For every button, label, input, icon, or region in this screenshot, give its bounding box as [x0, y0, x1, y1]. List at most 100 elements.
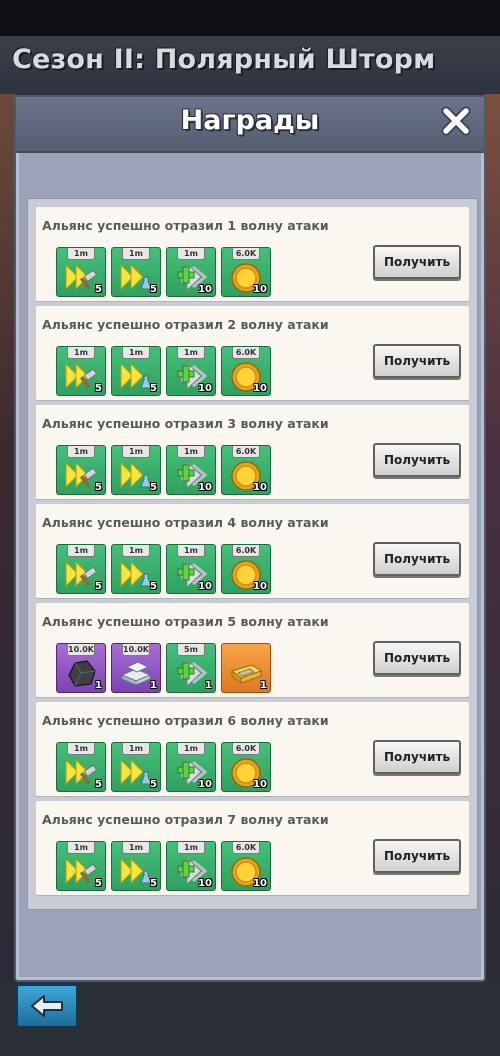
speedup-build-icon	[63, 558, 99, 590]
item-count: 5	[95, 878, 102, 889]
item-value-tag: 5m	[177, 644, 205, 656]
item-count: 1	[205, 680, 212, 691]
item-value-tag: 6.0K	[232, 248, 260, 260]
reward-item-gold-coin[interactable]: 6.0K 10	[221, 445, 271, 495]
reward-item-speedup-research[interactable]: 1m 5	[111, 247, 161, 297]
item-value-tag: 1m	[177, 743, 205, 755]
item-count: 10	[253, 779, 267, 790]
claim-button[interactable]: Получить	[373, 245, 461, 279]
claim-button[interactable]: Получить	[373, 443, 461, 477]
item-count: 10	[198, 581, 212, 592]
speedup-research-icon	[118, 360, 154, 392]
rewards-panel: Награды Альянс успешно отразил 1 волну а…	[14, 95, 486, 982]
reward-item-speedup-heal[interactable]: 1m 10	[166, 742, 216, 792]
reward-item-gold-bars[interactable]: 1	[221, 643, 271, 693]
reward-title: Альянс успешно отразил 4 волну атаки	[42, 515, 329, 530]
reward-item-speedup-heal[interactable]: 1m 10	[166, 841, 216, 891]
reward-item-speedup-build[interactable]: 1m 5	[56, 742, 106, 792]
item-value-tag: 6.0K	[232, 446, 260, 458]
item-value-tag: 1m	[67, 743, 95, 755]
reward-item-gold-coin[interactable]: 6.0K 10	[221, 742, 271, 792]
item-count: 5	[150, 482, 157, 493]
speedup-build-icon	[63, 360, 99, 392]
item-count: 10	[253, 581, 267, 592]
reward-row: Альянс успешно отразил 6 волну атаки 1m 5 1…	[36, 702, 469, 796]
claim-button[interactable]: Получить	[373, 740, 461, 774]
reward-title: Альянс успешно отразил 5 волну атаки	[42, 614, 329, 629]
close-icon	[441, 106, 471, 136]
reward-row: Альянс успешно отразил 2 волну атаки 1m 5 1…	[36, 306, 469, 400]
back-arrow-icon	[31, 995, 63, 1017]
item-count: 10	[253, 482, 267, 493]
item-value-tag: 1m	[122, 545, 150, 557]
item-count: 5	[95, 779, 102, 790]
reward-item-iron[interactable]: 10.0K 1	[111, 643, 161, 693]
claim-button[interactable]: Получить	[373, 344, 461, 378]
item-value-tag: 1m	[67, 446, 95, 458]
item-value-tag: 1m	[122, 842, 150, 854]
item-value-tag: 6.0K	[232, 842, 260, 854]
season-title: Сезон II: Полярный Шторм	[12, 44, 436, 75]
speedup-build-icon	[63, 459, 99, 491]
reward-row: Альянс успешно отразил 1 волну атаки 1m 5 1…	[36, 207, 469, 301]
reward-item-speedup-heal[interactable]: 1m 10	[166, 346, 216, 396]
speedup-research-icon	[118, 855, 154, 887]
reward-title: Альянс успешно отразил 6 волну атаки	[42, 713, 329, 728]
speedup-build-icon	[63, 756, 99, 788]
reward-item-speedup-build[interactable]: 1m 5	[56, 346, 106, 396]
item-value-tag: 1m	[67, 545, 95, 557]
close-button[interactable]	[438, 103, 474, 139]
reward-item-speedup-heal[interactable]: 1m 10	[166, 544, 216, 594]
claim-button[interactable]: Получить	[373, 839, 461, 873]
item-value-tag: 6.0K	[232, 545, 260, 557]
speedup-build-icon	[63, 261, 99, 293]
reward-item-speedup-heal[interactable]: 1m 10	[166, 247, 216, 297]
reward-item-speedup-build[interactable]: 1m 5	[56, 841, 106, 891]
reward-item-gold-coin[interactable]: 6.0K 10	[221, 346, 271, 396]
reward-item-speedup-build[interactable]: 1m 5	[56, 544, 106, 594]
speedup-research-icon	[118, 558, 154, 590]
item-value-tag: 6.0K	[232, 347, 260, 359]
rewards-list[interactable]: Альянс успешно отразил 1 волну атаки 1m 5 1…	[27, 198, 478, 910]
item-value-tag: 1m	[177, 446, 205, 458]
reward-item-speedup-research[interactable]: 1m 5	[111, 346, 161, 396]
reward-title: Альянс успешно отразил 3 волну атаки	[42, 416, 329, 431]
reward-item-speedup-research[interactable]: 1m 5	[111, 544, 161, 594]
reward-row: Альянс успешно отразил 7 волну атаки 1m 5 1…	[36, 801, 469, 895]
item-count: 1	[95, 680, 102, 691]
reward-item-speedup-build[interactable]: 1m 5	[56, 445, 106, 495]
item-value-tag: 1m	[67, 347, 95, 359]
reward-row: Альянс успешно отразил 3 волну атаки 1m 5 1…	[36, 405, 469, 499]
item-value-tag: 1m	[67, 842, 95, 854]
speedup-heal-icon	[173, 657, 209, 689]
item-count: 5	[95, 581, 102, 592]
claim-button[interactable]: Получить	[373, 641, 461, 675]
gold-bars-icon	[228, 657, 264, 689]
reward-title: Альянс успешно отразил 1 волну атаки	[42, 218, 329, 233]
reward-item-speedup-heal[interactable]: 1m 10	[166, 445, 216, 495]
reward-item-coal[interactable]: 10.0K 1	[56, 643, 106, 693]
reward-item-gold-coin[interactable]: 6.0K 10	[221, 841, 271, 891]
item-count: 5	[95, 482, 102, 493]
item-count: 10	[253, 383, 267, 394]
item-value-tag: 1m	[177, 842, 205, 854]
claim-button[interactable]: Получить	[373, 542, 461, 576]
item-value-tag: 1m	[122, 248, 150, 260]
reward-item-speedup-build[interactable]: 1m 5	[56, 247, 106, 297]
speedup-research-icon	[118, 261, 154, 293]
reward-item-gold-coin[interactable]: 6.0K 10	[221, 247, 271, 297]
reward-item-speedup-heal[interactable]: 5m 1	[166, 643, 216, 693]
coal-icon	[63, 657, 99, 689]
reward-item-gold-coin[interactable]: 6.0K 10	[221, 544, 271, 594]
item-value-tag: 1m	[177, 248, 205, 260]
top-bar	[0, 0, 500, 36]
speedup-build-icon	[63, 855, 99, 887]
item-value-tag: 1m	[122, 347, 150, 359]
iron-icon	[118, 657, 154, 689]
reward-item-speedup-research[interactable]: 1m 5	[111, 841, 161, 891]
reward-item-speedup-research[interactable]: 1m 5	[111, 742, 161, 792]
item-count: 5	[150, 779, 157, 790]
reward-item-speedup-research[interactable]: 1m 5	[111, 445, 161, 495]
reward-title: Альянс успешно отразил 2 волну атаки	[42, 317, 329, 332]
back-button[interactable]	[16, 984, 78, 1028]
